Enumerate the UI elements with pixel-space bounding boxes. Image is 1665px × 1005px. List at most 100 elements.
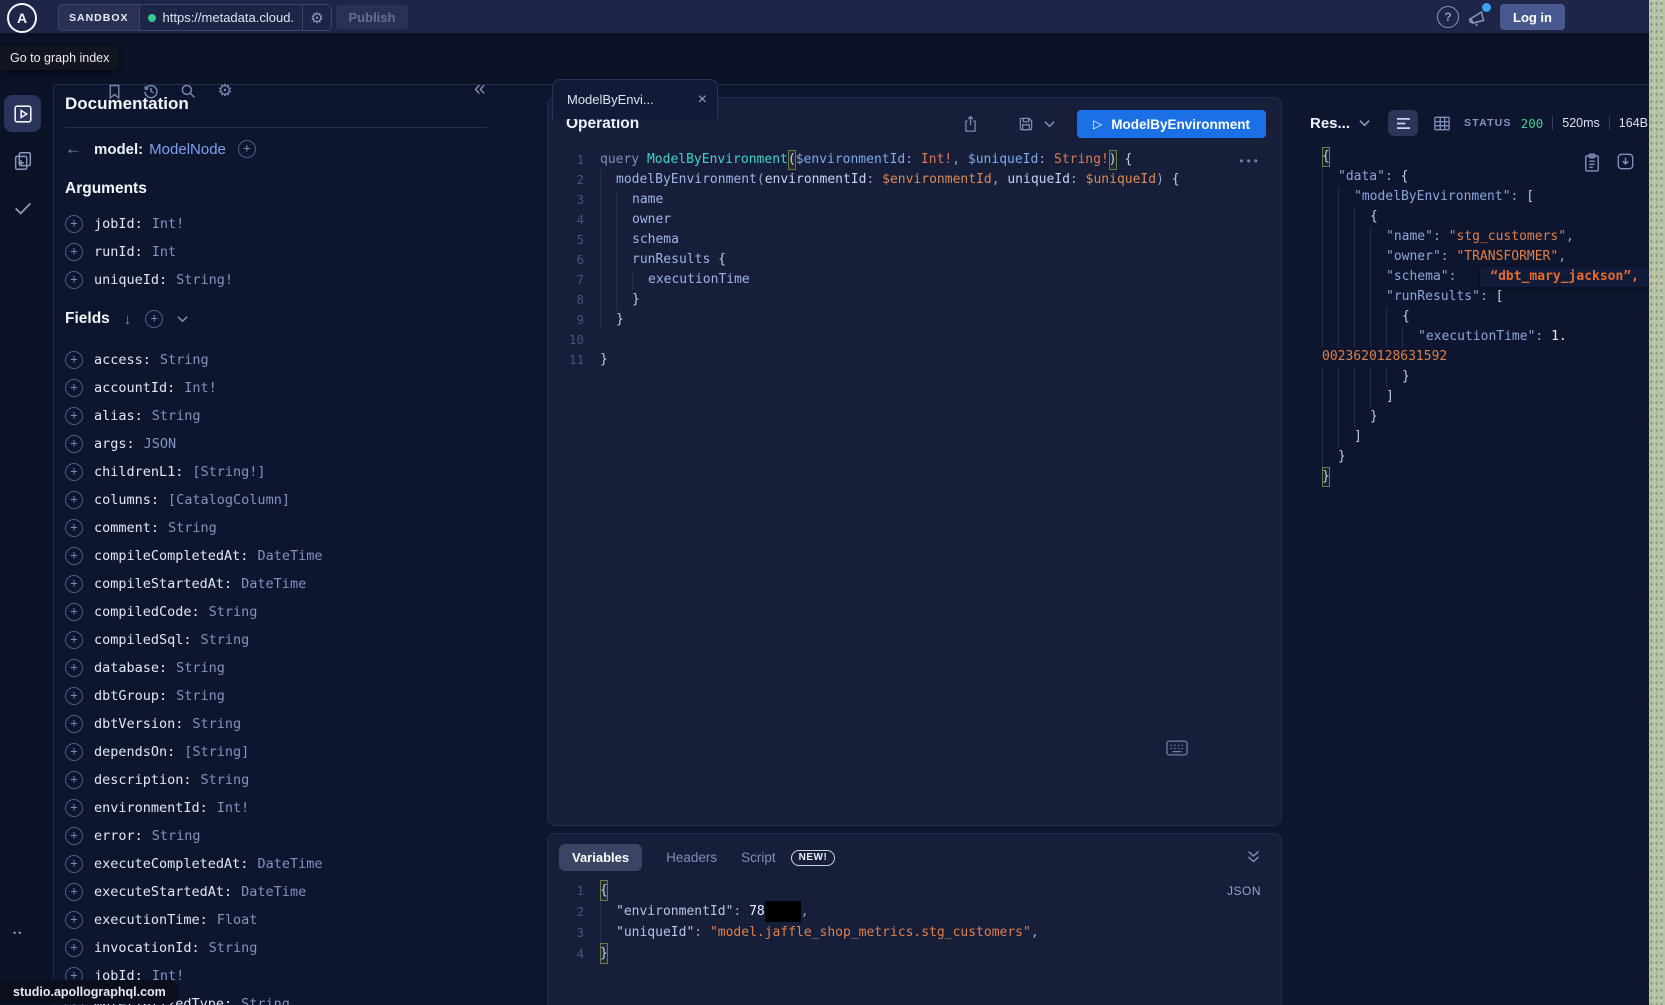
field-type[interactable]: String: [209, 940, 258, 956]
add-to-query-button[interactable]: +: [65, 631, 83, 649]
add-to-query-button[interactable]: +: [65, 911, 83, 929]
add-field-button[interactable]: +: [238, 140, 256, 158]
field-type[interactable]: Float: [217, 912, 258, 928]
field-type[interactable]: String: [160, 352, 209, 368]
field-type[interactable]: DateTime: [241, 884, 306, 900]
field-type[interactable]: Int!: [217, 800, 250, 816]
field-name[interactable]: executeStartedAt:: [94, 884, 232, 900]
add-to-query-button[interactable]: +: [65, 547, 83, 565]
add-to-query-button[interactable]: +: [65, 271, 83, 289]
add-to-query-button[interactable]: +: [65, 603, 83, 621]
endpoint-url-field[interactable]: https://metadata.cloud.get: [140, 5, 302, 30]
field-type[interactable]: String: [152, 408, 201, 424]
publish-button[interactable]: Publish: [336, 5, 408, 29]
field-name[interactable]: access:: [94, 352, 151, 368]
field-name[interactable]: compiledCode:: [94, 604, 200, 620]
connection-settings-button[interactable]: ⚙: [302, 5, 331, 30]
apollo-logo-icon[interactable]: A: [7, 3, 37, 33]
add-to-query-button[interactable]: +: [65, 351, 83, 369]
add-to-query-button[interactable]: +: [65, 519, 83, 537]
field-name[interactable]: dbtVersion:: [94, 716, 183, 732]
field-name[interactable]: database:: [94, 660, 167, 676]
field-type[interactable]: JSON: [144, 436, 177, 452]
field-name[interactable]: environmentId:: [94, 800, 208, 816]
field-type[interactable]: String: [176, 660, 225, 676]
field-type[interactable]: String: [201, 632, 250, 648]
tab-script[interactable]: Script: [741, 850, 776, 865]
field-type[interactable]: Int!: [184, 380, 217, 396]
back-arrow-icon[interactable]: ←: [65, 139, 82, 159]
field-type[interactable]: String: [201, 772, 250, 788]
sort-descending-icon[interactable]: ↓: [124, 311, 132, 328]
add-to-query-button[interactable]: +: [65, 855, 83, 873]
run-operation-button[interactable]: ▷ ModelByEnvironment: [1077, 110, 1266, 138]
add-to-query-button[interactable]: +: [65, 827, 83, 845]
field-name[interactable]: invocationId:: [94, 940, 200, 956]
share-operation-button[interactable]: [962, 114, 979, 134]
operation-editor[interactable]: 1query ModelByEnvironment($environmentId…: [548, 150, 1281, 370]
field-name[interactable]: runId:: [94, 244, 143, 260]
field-type[interactable]: DateTime: [257, 548, 322, 564]
endpoint-url[interactable]: https://metadata.cloud.get: [163, 10, 294, 25]
add-to-query-button[interactable]: +: [65, 687, 83, 705]
variables-editor[interactable]: 1{2"environmentId": 78 ,3"uniqueId": "mo…: [548, 880, 1281, 964]
add-to-query-button[interactable]: +: [65, 715, 83, 733]
tab-variables[interactable]: Variables: [559, 844, 642, 871]
add-to-query-button[interactable]: +: [65, 939, 83, 957]
field-type[interactable]: String: [152, 828, 201, 844]
field-name[interactable]: alias:: [94, 408, 143, 424]
field-type[interactable]: [CatalogColumn]: [168, 492, 290, 508]
field-type[interactable]: Int!: [152, 216, 185, 232]
add-to-query-button[interactable]: +: [65, 743, 83, 761]
add-to-query-button[interactable]: +: [65, 799, 83, 817]
tab-headers[interactable]: Headers: [666, 850, 717, 865]
field-name[interactable]: compileStartedAt:: [94, 576, 232, 592]
field-name[interactable]: description:: [94, 772, 192, 788]
sidebar-item-explorer[interactable]: [4, 95, 41, 132]
field-type[interactable]: String: [176, 688, 225, 704]
add-to-query-button[interactable]: +: [65, 243, 83, 261]
save-options-chevron[interactable]: [1044, 120, 1055, 128]
field-type[interactable]: [String!]: [192, 464, 265, 480]
field-name[interactable]: childrenL1:: [94, 464, 183, 480]
field-name[interactable]: uniqueId:: [94, 272, 167, 288]
add-to-query-button[interactable]: +: [65, 407, 83, 425]
field-type[interactable]: String: [241, 996, 290, 1005]
field-name[interactable]: accountId:: [94, 380, 175, 396]
tab-modelbyenvironment[interactable]: ModelByEnvi... ×: [552, 79, 718, 119]
field-name[interactable]: error:: [94, 828, 143, 844]
response-title[interactable]: Res...: [1310, 115, 1350, 132]
add-to-query-button[interactable]: +: [65, 883, 83, 901]
field-name[interactable]: compileCompletedAt:: [94, 548, 248, 564]
response-dropdown-chevron[interactable]: [1359, 119, 1370, 127]
raw-view-toggle[interactable]: [1388, 110, 1418, 136]
add-to-query-button[interactable]: +: [65, 463, 83, 481]
field-name[interactable]: comment:: [94, 520, 159, 536]
add-to-query-button[interactable]: +: [65, 659, 83, 677]
field-name[interactable]: compiledSql:: [94, 632, 192, 648]
sidebar-item-schema[interactable]: [4, 142, 41, 179]
field-type[interactable]: String: [192, 716, 241, 732]
keyboard-shortcuts-button[interactable]: [1166, 740, 1188, 756]
add-to-query-button[interactable]: +: [65, 575, 83, 593]
add-all-fields-button[interactable]: +: [145, 310, 163, 328]
sidebar-item-checks[interactable]: [4, 189, 41, 226]
close-tab-icon[interactable]: ×: [698, 92, 707, 108]
help-button[interactable]: ?: [1437, 6, 1459, 28]
field-name[interactable]: executionTime:: [94, 912, 208, 928]
field-name[interactable]: executeCompletedAt:: [94, 856, 248, 872]
field-type[interactable]: String!: [176, 272, 233, 288]
add-to-query-button[interactable]: +: [65, 435, 83, 453]
add-to-query-button[interactable]: +: [65, 491, 83, 509]
field-type[interactable]: String: [209, 604, 258, 620]
field-name[interactable]: args:: [94, 436, 135, 452]
field-type[interactable]: String: [168, 520, 217, 536]
add-to-query-button[interactable]: +: [65, 379, 83, 397]
field-name[interactable]: dependsOn:: [94, 744, 175, 760]
field-name[interactable]: columns:: [94, 492, 159, 508]
save-operation-button[interactable]: [1017, 115, 1035, 133]
login-button[interactable]: Log in: [1500, 4, 1565, 30]
response-body[interactable]: {"data": {"modelByEnvironment": [{"name"…: [1322, 147, 1648, 487]
table-view-toggle[interactable]: [1427, 110, 1457, 136]
announcements-button[interactable]: [1466, 5, 1490, 29]
